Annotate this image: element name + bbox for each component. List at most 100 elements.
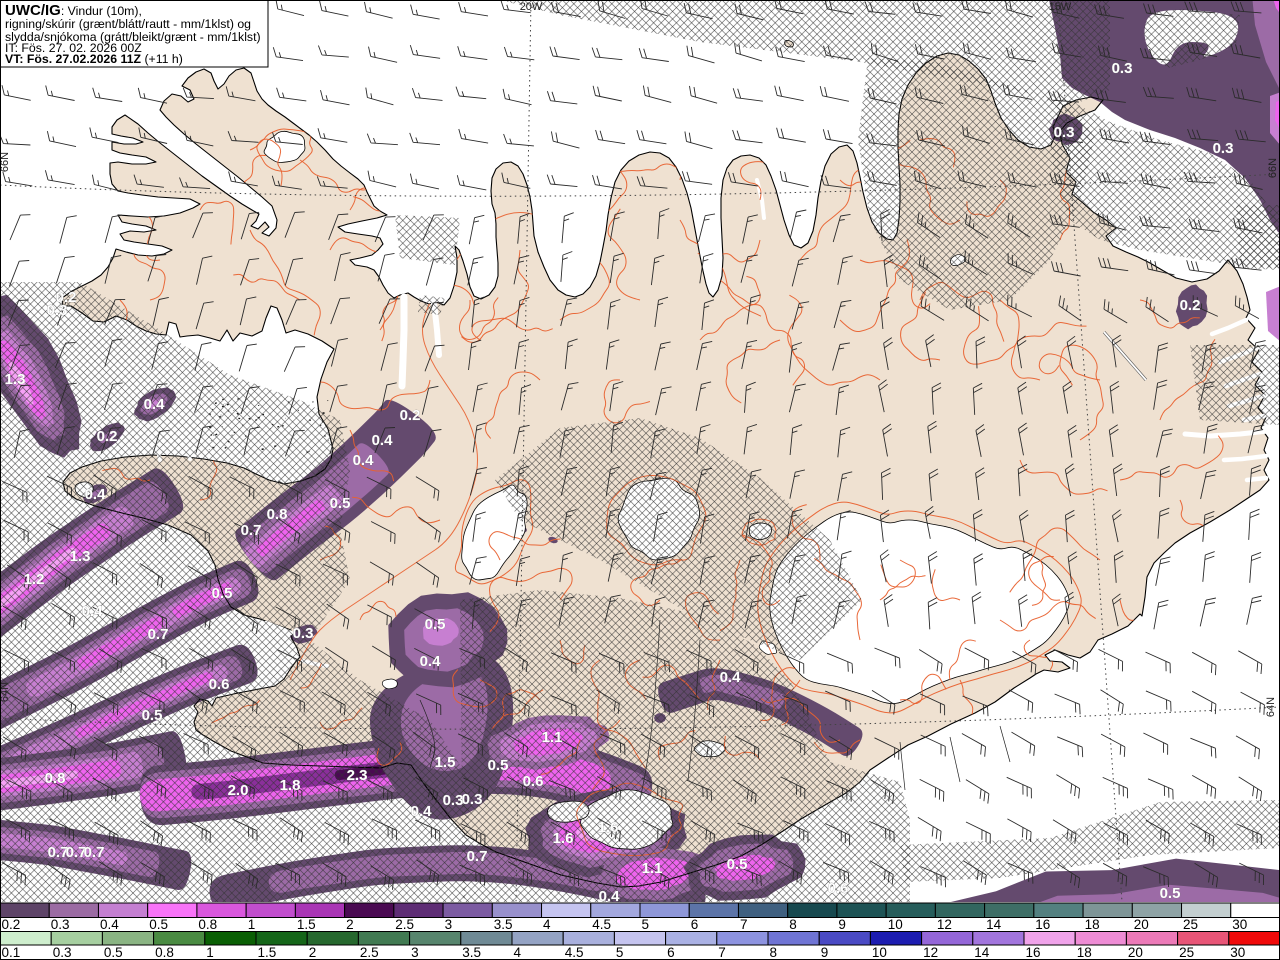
svg-text:18: 18 (1077, 945, 1092, 960)
svg-text:1.3: 1.3 (5, 371, 26, 388)
svg-text:1: 1 (206, 945, 214, 960)
svg-text:4: 4 (514, 945, 522, 960)
svg-text:0.5: 0.5 (142, 707, 163, 724)
svg-text:4.5: 4.5 (565, 945, 584, 960)
svg-text:1.5: 1.5 (297, 917, 316, 932)
svg-text:0.8: 0.8 (45, 770, 66, 787)
svg-text:7: 7 (740, 917, 748, 932)
svg-text:14: 14 (974, 945, 990, 960)
svg-text:0.5: 0.5 (330, 495, 351, 512)
svg-text:0.5: 0.5 (1160, 885, 1181, 902)
svg-text:0.8: 0.8 (198, 917, 217, 932)
svg-text:30: 30 (1230, 945, 1245, 960)
svg-text:7: 7 (718, 945, 726, 960)
svg-text:2.5: 2.5 (360, 945, 379, 960)
svg-text:0.4: 0.4 (720, 669, 742, 686)
svg-text:10: 10 (872, 945, 887, 960)
svg-text:5: 5 (616, 945, 624, 960)
svg-text:0.4: 0.4 (144, 396, 166, 413)
svg-text:1: 1 (248, 917, 256, 932)
svg-text:0.1: 0.1 (2, 945, 21, 960)
svg-text:16: 16 (1035, 917, 1050, 932)
svg-text:0.3: 0.3 (1112, 60, 1133, 77)
svg-text:64N: 64N (1265, 697, 1277, 717)
svg-text:0.4: 0.4 (411, 803, 433, 820)
svg-text:25: 25 (1179, 945, 1194, 960)
svg-text:10: 10 (888, 917, 903, 932)
svg-text:0.4: 0.4 (420, 653, 442, 670)
svg-text:0.4: 0.4 (82, 603, 104, 620)
svg-text:0.7: 0.7 (84, 844, 105, 861)
svg-text:0.5: 0.5 (104, 945, 123, 960)
svg-text:0.7: 0.7 (467, 848, 488, 865)
svg-text:0.2: 0.2 (97, 428, 118, 445)
svg-text:0.4: 0.4 (100, 917, 119, 932)
svg-text:0.5: 0.5 (727, 856, 748, 873)
svg-text:0.3: 0.3 (47, 302, 68, 319)
svg-text:0.6: 0.6 (523, 773, 544, 790)
svg-text:2: 2 (346, 917, 354, 932)
svg-text:4: 4 (543, 917, 551, 932)
svg-text:1.3: 1.3 (70, 548, 91, 565)
svg-text:1.1: 1.1 (642, 860, 663, 877)
svg-text:3: 3 (411, 945, 419, 960)
svg-text:8: 8 (789, 917, 797, 932)
svg-text:0.2: 0.2 (1180, 297, 1201, 314)
svg-text:0.7: 0.7 (148, 626, 169, 643)
svg-text:6: 6 (691, 917, 699, 932)
svg-text:1.8: 1.8 (280, 777, 301, 794)
svg-text:1.1: 1.1 (542, 729, 563, 746)
svg-text:4.5: 4.5 (592, 917, 611, 932)
svg-text:0.4: 0.4 (85, 486, 107, 503)
svg-text:66N: 66N (0, 152, 11, 172)
svg-text:66N: 66N (1267, 158, 1279, 178)
svg-text:30: 30 (1232, 917, 1247, 932)
svg-text:12: 12 (937, 917, 952, 932)
svg-text:0.3: 0.3 (1213, 140, 1234, 157)
svg-text:0.3: 0.3 (462, 791, 483, 808)
svg-text:9: 9 (838, 917, 846, 932)
svg-text:0.3: 0.3 (1054, 124, 1075, 141)
svg-text:0.6: 0.6 (209, 676, 230, 693)
svg-text:rigning/skúrir (grænt/blátt/ra: rigning/skúrir (grænt/blátt/rautt - mm/1… (5, 17, 251, 31)
svg-text:12: 12 (923, 945, 938, 960)
svg-text:0.8: 0.8 (155, 945, 174, 960)
svg-text:2: 2 (309, 945, 317, 960)
svg-text:1.6: 1.6 (598, 819, 619, 836)
svg-text:0.3: 0.3 (443, 792, 464, 809)
svg-text:9: 9 (821, 945, 829, 960)
svg-text:0.8: 0.8 (267, 506, 288, 523)
svg-text:16: 16 (1026, 945, 1041, 960)
svg-text:0.2: 0.2 (2, 917, 21, 932)
svg-text:0.6: 0.6 (828, 880, 849, 897)
svg-text:5: 5 (642, 917, 650, 932)
svg-text:3.5: 3.5 (462, 945, 481, 960)
svg-text:1.5: 1.5 (258, 945, 277, 960)
svg-text:0.5: 0.5 (425, 616, 446, 633)
svg-text:1.5: 1.5 (435, 754, 456, 771)
svg-text:0.5: 0.5 (149, 917, 168, 932)
svg-text:2.3: 2.3 (347, 767, 368, 784)
svg-text:20: 20 (1128, 945, 1143, 960)
svg-text:18: 18 (1085, 917, 1100, 932)
svg-text:6: 6 (667, 945, 675, 960)
svg-text:0.4: 0.4 (372, 432, 394, 449)
svg-text:2.5: 2.5 (395, 917, 414, 932)
svg-text:0.5: 0.5 (488, 757, 509, 774)
svg-text:0.2: 0.2 (400, 407, 421, 424)
svg-text:2.0: 2.0 (228, 782, 249, 799)
svg-text:0.3: 0.3 (293, 625, 314, 642)
svg-text:0.7: 0.7 (241, 522, 262, 539)
svg-text:0.4: 0.4 (353, 452, 375, 469)
svg-text:3.5: 3.5 (494, 917, 513, 932)
svg-text:1.2: 1.2 (24, 571, 45, 588)
svg-text:20: 20 (1134, 917, 1149, 932)
svg-text:0.3: 0.3 (53, 945, 72, 960)
svg-text:25: 25 (1183, 917, 1198, 932)
svg-text:0.3: 0.3 (51, 917, 70, 932)
svg-text:14: 14 (986, 917, 1002, 932)
svg-text:1.6: 1.6 (553, 830, 574, 847)
svg-text:0.5: 0.5 (212, 585, 233, 602)
svg-text:8: 8 (770, 945, 778, 960)
svg-text:3: 3 (445, 917, 453, 932)
